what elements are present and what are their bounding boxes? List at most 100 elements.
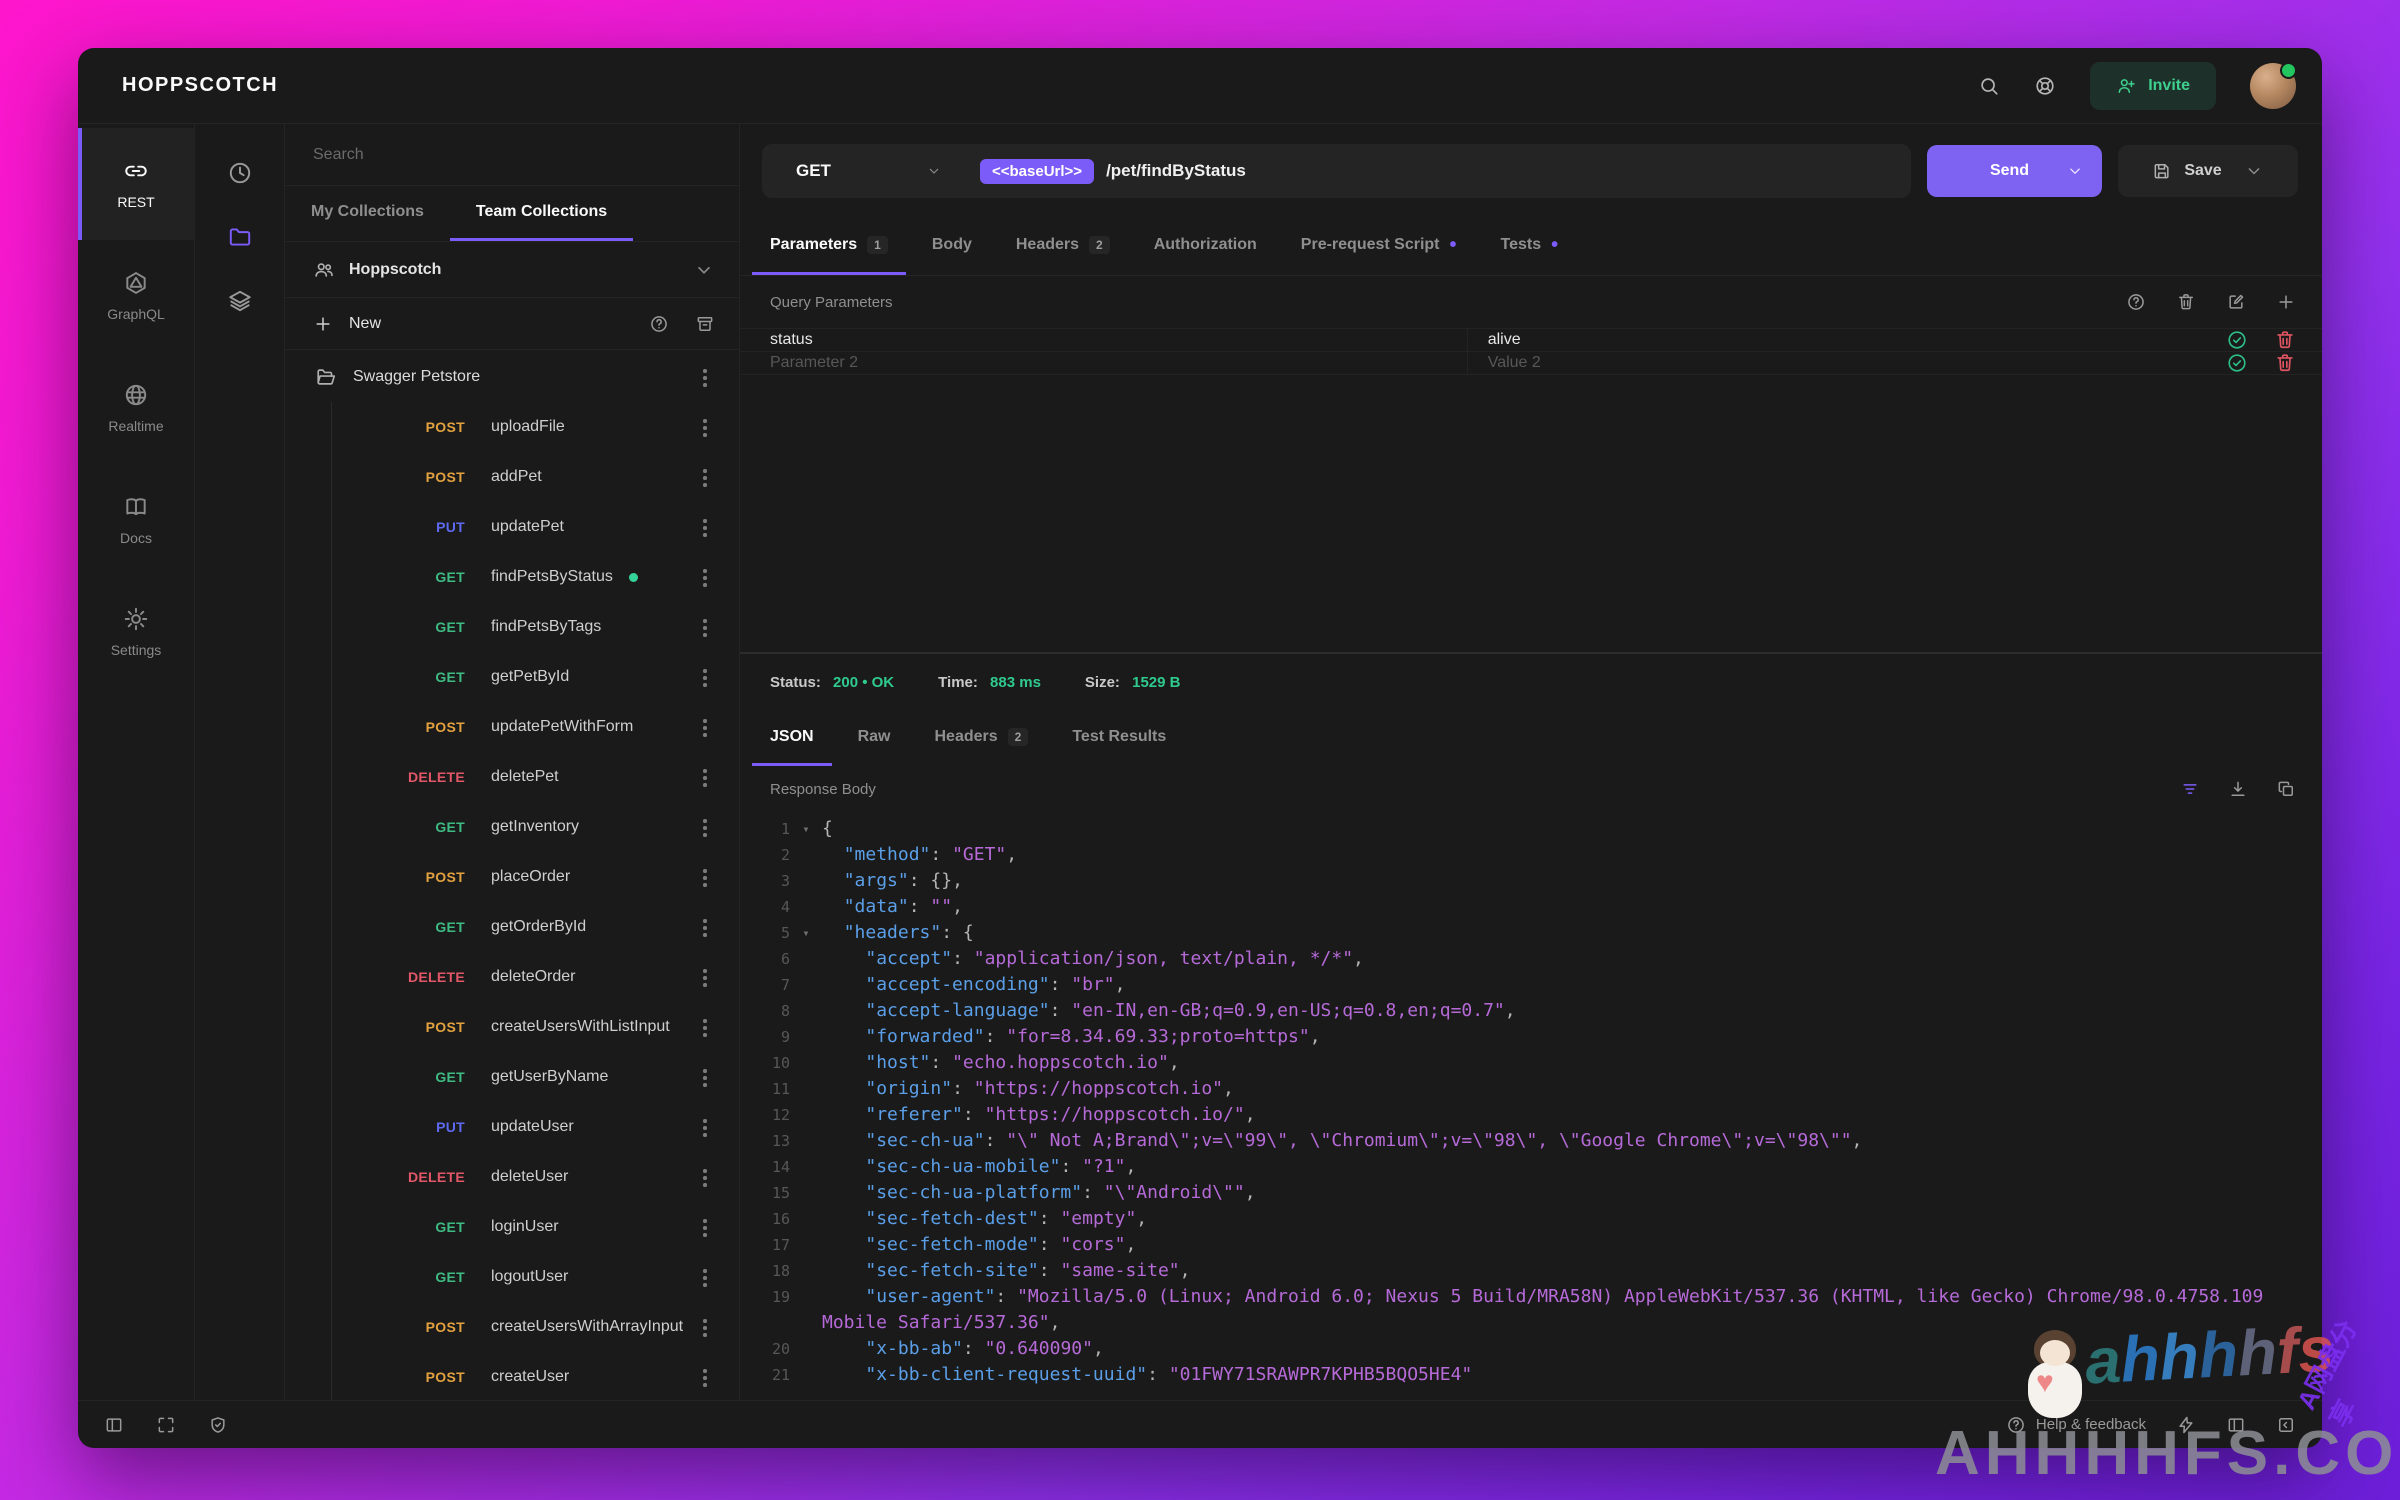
bulk-edit-icon[interactable] (2226, 292, 2246, 312)
import-export-icon[interactable] (695, 314, 715, 334)
request-tab[interactable]: Authorization (1136, 218, 1275, 275)
workspace-selector[interactable]: Hoppscotch (285, 242, 739, 298)
response-tab[interactable]: Headers 2 (916, 710, 1046, 766)
param-key-input[interactable]: Parameter 2 (740, 352, 1468, 374)
request-row[interactable]: DELETE deletePet (285, 752, 739, 802)
kebab-menu-icon[interactable] (693, 1215, 717, 1239)
param-key-input[interactable]: status (740, 329, 1468, 351)
request-row[interactable]: GET getPetById (285, 652, 739, 702)
request-tab[interactable]: Body (914, 218, 990, 275)
help-circle-icon[interactable] (649, 314, 669, 334)
request-tab[interactable]: Tests • (1483, 218, 1577, 275)
request-row[interactable]: GET getUserByName (285, 1052, 739, 1102)
kebab-menu-icon[interactable] (693, 1315, 717, 1339)
copy-icon[interactable] (2276, 779, 2296, 799)
plus-icon[interactable] (313, 314, 333, 334)
kebab-menu-icon[interactable] (693, 365, 717, 389)
param-delete-trash-icon[interactable] (2274, 329, 2296, 351)
request-row[interactable]: GET findPetsByStatus (285, 552, 739, 602)
collections-folder-icon[interactable] (227, 224, 253, 250)
request-row[interactable]: POST createUsersWithListInput (285, 1002, 739, 1052)
request-row[interactable]: GET logoutUser (285, 1252, 739, 1302)
nav-item-graphql[interactable]: GraphQL (78, 240, 194, 352)
response-tab[interactable]: JSON (752, 710, 832, 766)
nav-item-realtime[interactable]: Realtime (78, 352, 194, 464)
request-row[interactable]: GET loginUser (285, 1202, 739, 1252)
kebab-menu-icon[interactable] (693, 615, 717, 639)
request-row[interactable]: POST createUser (285, 1352, 739, 1400)
request-row[interactable]: DELETE deleteUser (285, 1152, 739, 1202)
kebab-menu-icon[interactable] (693, 565, 717, 589)
support-icon[interactable] (2034, 75, 2056, 97)
kebab-menu-icon[interactable] (693, 865, 717, 889)
history-clock-icon[interactable] (227, 160, 253, 186)
kebab-menu-icon[interactable] (693, 1365, 717, 1389)
kebab-menu-icon[interactable] (693, 1165, 717, 1189)
param-value-input[interactable]: Value 2 (1468, 352, 2202, 374)
toggle-panel-icon[interactable] (2226, 1415, 2246, 1435)
response-tab[interactable]: Raw (840, 710, 909, 766)
search-icon[interactable] (1978, 75, 2000, 97)
request-row[interactable]: GET findPetsByTags (285, 602, 739, 652)
param-value-input[interactable]: alive (1468, 329, 2202, 351)
help-feedback-button[interactable]: Help & feedback (2006, 1415, 2146, 1435)
kebab-menu-icon[interactable] (693, 1015, 717, 1039)
kebab-menu-icon[interactable] (693, 915, 717, 939)
method-select[interactable]: GET (762, 161, 962, 181)
nav-item-settings[interactable]: Settings (78, 576, 194, 688)
kebab-menu-icon[interactable] (693, 465, 717, 489)
fold-arrow-icon[interactable]: ▾ (790, 920, 822, 946)
collections-tab[interactable]: My Collections (285, 186, 450, 241)
param-enabled-check-icon[interactable] (2226, 352, 2248, 374)
expand-zen-icon[interactable] (156, 1415, 176, 1435)
nav-item-docs[interactable]: Docs (78, 464, 194, 576)
kebab-menu-icon[interactable] (693, 1115, 717, 1139)
response-tab[interactable]: Test Results (1054, 710, 1184, 766)
save-button[interactable]: Save (2118, 145, 2298, 197)
kebab-menu-icon[interactable] (693, 1265, 717, 1289)
add-param-plus-icon[interactable] (2276, 292, 2296, 312)
baseurl-variable-pill[interactable]: <<baseUrl>> (980, 159, 1094, 184)
request-row[interactable]: GET getOrderById (285, 902, 739, 952)
kebab-menu-icon[interactable] (693, 765, 717, 789)
chevron-down-icon[interactable] (2066, 162, 2084, 180)
avatar[interactable] (2250, 63, 2296, 109)
request-row[interactable]: GET getInventory (285, 802, 739, 852)
request-row[interactable]: POST createUsersWithArrayInput (285, 1302, 739, 1352)
help-circle-icon[interactable] (2126, 292, 2146, 312)
kebab-menu-icon[interactable] (693, 415, 717, 439)
nav-item-rest[interactable]: REST (78, 128, 194, 240)
kebab-menu-icon[interactable] (693, 1065, 717, 1089)
request-row[interactable]: POST addPet (285, 452, 739, 502)
new-label[interactable]: New (349, 315, 381, 333)
request-row[interactable]: PUT updatePet (285, 502, 739, 552)
search-input[interactable] (285, 146, 739, 164)
interceptor-shield-icon[interactable] (208, 1415, 228, 1435)
environments-layers-icon[interactable] (227, 288, 253, 314)
request-row[interactable]: PUT updateUser (285, 1102, 739, 1152)
response-code-editor[interactable]: 1 ▾ { 2 "method": "GET", (740, 812, 2322, 1400)
send-button[interactable]: Send (1927, 145, 2102, 197)
chevron-down-icon[interactable] (2244, 161, 2264, 181)
kebab-menu-icon[interactable] (693, 815, 717, 839)
shortcuts-zap-icon[interactable] (2176, 1415, 2196, 1435)
collection-folder[interactable]: Swagger Petstore (285, 352, 739, 402)
request-row[interactable]: POST placeOrder (285, 852, 739, 902)
filter-lines-icon[interactable] (2180, 779, 2200, 799)
url-input[interactable]: <<baseUrl>> /pet/findByStatus (962, 159, 1911, 184)
kebab-menu-icon[interactable] (693, 965, 717, 989)
param-delete-trash-icon[interactable] (2274, 352, 2296, 374)
request-row[interactable]: POST updatePetWithForm (285, 702, 739, 752)
console-panel-icon[interactable] (2276, 1415, 2296, 1435)
kebab-menu-icon[interactable] (693, 515, 717, 539)
clear-all-trash-icon[interactable] (2176, 292, 2196, 312)
request-tab[interactable]: Headers 2 (998, 218, 1128, 275)
request-tab[interactable]: Parameters 1 (752, 218, 906, 275)
fold-arrow-icon[interactable]: ▾ (790, 816, 822, 842)
collections-tab[interactable]: Team Collections (450, 186, 633, 241)
param-enabled-check-icon[interactable] (2226, 329, 2248, 351)
kebab-menu-icon[interactable] (693, 665, 717, 689)
request-tab[interactable]: Pre-request Script • (1283, 218, 1475, 275)
request-row[interactable]: POST uploadFile (285, 402, 739, 452)
download-icon[interactable] (2228, 779, 2248, 799)
